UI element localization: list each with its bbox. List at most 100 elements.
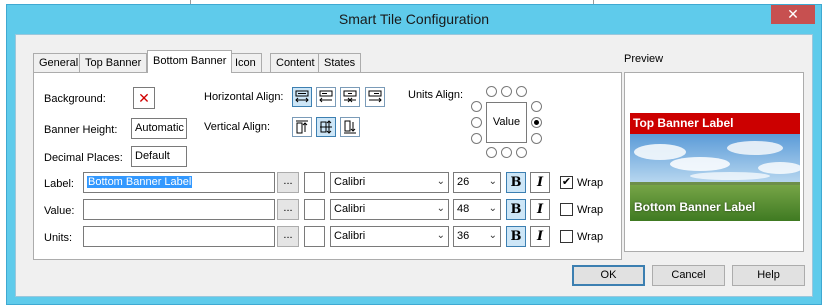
banner-height-field[interactable]: Automatic xyxy=(131,118,187,139)
label-size-select[interactable]: 26 ⌄ xyxy=(453,172,501,193)
label-size-value: 26 xyxy=(457,176,470,188)
value-size-select[interactable]: 48 ⌄ xyxy=(453,199,501,220)
preview-label: Preview xyxy=(624,53,664,65)
units-wrap-label: Wrap xyxy=(577,231,604,243)
label-wrap-label: Wrap xyxy=(577,177,604,189)
tab-top-banner[interactable]: Top Banner xyxy=(79,53,148,72)
valign-middle-button[interactable] xyxy=(316,117,336,137)
units-align-bottom-left[interactable] xyxy=(486,147,497,158)
units-wrap-checkbox[interactable] xyxy=(560,230,573,243)
cancel-button[interactable]: Cancel xyxy=(652,265,725,286)
label-text-value: Bottom Banner Label xyxy=(87,176,193,188)
label-browse-button[interactable]: ... xyxy=(277,172,299,193)
units-align-right-top[interactable] xyxy=(531,101,542,112)
close-button[interactable]: ✕ xyxy=(771,5,815,24)
valign-top-button[interactable] xyxy=(292,117,312,137)
background-label: Background: xyxy=(44,93,106,105)
units-align-top-right[interactable] xyxy=(516,86,527,97)
valign-bottom-icon xyxy=(344,120,356,134)
value-text-field[interactable] xyxy=(83,199,275,220)
align-center-button[interactable] xyxy=(340,87,360,107)
tab-states[interactable]: States xyxy=(318,53,362,72)
units-align-left-bottom[interactable] xyxy=(471,133,482,144)
preview-frame: Top Banner Label Bottom Banner Label xyxy=(624,72,804,252)
tab-label: States xyxy=(324,57,356,69)
chevron-down-icon: ⌄ xyxy=(436,203,445,214)
valign-middle-icon xyxy=(320,120,332,134)
units-text-field[interactable] xyxy=(83,226,275,247)
tab-label: Icon xyxy=(235,57,256,69)
align-center-icon xyxy=(343,90,357,103)
preview-top-banner: Top Banner Label xyxy=(630,113,800,134)
value-browse-button[interactable]: ... xyxy=(277,199,299,220)
tab-content[interactable]: Content xyxy=(270,53,321,72)
background-color-button[interactable]: ✕ xyxy=(133,87,155,109)
label-text-field[interactable]: Bottom Banner Label xyxy=(83,172,275,193)
label-font-select[interactable]: Calibri ⌄ xyxy=(330,172,449,193)
align-left-icon xyxy=(319,90,333,103)
units-color-swatch[interactable] xyxy=(304,226,325,247)
label-font-value: Calibri xyxy=(334,176,366,188)
units-align-value-box: Value xyxy=(486,102,527,143)
tab-general[interactable]: General xyxy=(33,53,85,72)
units-align-right-middle[interactable] xyxy=(531,117,542,128)
units-align-bottom-right[interactable] xyxy=(516,147,527,158)
value-color-swatch[interactable] xyxy=(304,199,325,220)
chevron-down-icon: ⌄ xyxy=(488,230,497,241)
chevron-down-icon: ⌄ xyxy=(488,203,497,214)
valign-bottom-button[interactable] xyxy=(340,117,360,137)
tab-label: Bottom Banner xyxy=(153,55,227,67)
tab-icon[interactable]: Icon xyxy=(229,53,262,72)
units-bold-toggle[interactable]: B xyxy=(506,226,526,247)
label-color-swatch[interactable] xyxy=(304,172,325,193)
preview-tile: Top Banner Label Bottom Banner Label xyxy=(630,113,800,221)
valign-top-icon xyxy=(296,120,308,134)
align-stretch-button[interactable] xyxy=(292,87,312,107)
value-row-label: Value: xyxy=(44,205,75,217)
value-bold-toggle[interactable]: B xyxy=(506,199,526,220)
units-font-select[interactable]: Calibri ⌄ xyxy=(330,226,449,247)
label-bold-toggle[interactable]: B xyxy=(506,172,526,193)
units-align-top-left[interactable] xyxy=(486,86,497,97)
ok-button[interactable]: OK xyxy=(572,265,645,286)
align-right-icon xyxy=(368,90,382,103)
units-align-left-middle[interactable] xyxy=(471,117,482,128)
units-align-left-top[interactable] xyxy=(471,101,482,112)
units-browse-button[interactable]: ... xyxy=(277,226,299,247)
value-font-select[interactable]: Calibri ⌄ xyxy=(330,199,449,220)
value-wrap-checkbox[interactable] xyxy=(560,203,573,216)
no-color-icon: ✕ xyxy=(138,90,150,106)
dialog-client-area: General Top Banner Bottom Banner Icon Co… xyxy=(15,34,813,297)
tab-label: Top Banner xyxy=(85,57,142,69)
preview-bottom-banner: Bottom Banner Label xyxy=(634,200,756,214)
label-wrap-checkbox[interactable]: ✔ xyxy=(560,176,573,189)
units-italic-toggle[interactable]: I xyxy=(530,226,550,247)
units-row-label: Units: xyxy=(44,232,73,244)
units-font-value: Calibri xyxy=(334,230,366,242)
align-stretch-icon xyxy=(295,90,309,103)
chevron-down-icon: ⌄ xyxy=(488,176,497,187)
units-size-select[interactable]: 36 ⌄ xyxy=(453,226,501,247)
title-bar[interactable]: Smart Tile Configuration ✕ xyxy=(7,5,821,33)
help-button[interactable]: Help xyxy=(732,265,805,286)
tab-label: General xyxy=(39,57,79,69)
align-left-button[interactable] xyxy=(316,87,336,107)
units-align-bottom-center[interactable] xyxy=(501,147,512,158)
value-size-value: 48 xyxy=(457,203,470,215)
tab-bottom-banner[interactable]: Bottom Banner xyxy=(147,50,233,73)
units-align-top-center[interactable] xyxy=(501,86,512,97)
decimal-places-label: Decimal Places: xyxy=(44,152,123,164)
horizontal-align-label: Horizontal Align: xyxy=(204,91,284,103)
units-align-label: Units Align: xyxy=(408,89,464,101)
vertical-align-label: Vertical Align: xyxy=(204,121,271,133)
tab-label: Content xyxy=(276,57,315,69)
value-italic-toggle[interactable]: I xyxy=(530,199,550,220)
units-align-right-bottom[interactable] xyxy=(531,133,542,144)
value-wrap-label: Wrap xyxy=(577,204,604,216)
label-row-label: Label: xyxy=(44,178,74,190)
window-title: Smart Tile Configuration xyxy=(338,11,490,27)
decimal-places-field[interactable]: Default xyxy=(131,146,187,167)
label-italic-toggle[interactable]: I xyxy=(530,172,550,193)
align-right-button[interactable] xyxy=(365,87,385,107)
bottom-banner-tab-panel: Background: ✕ Banner Height: Automatic D… xyxy=(33,72,622,260)
